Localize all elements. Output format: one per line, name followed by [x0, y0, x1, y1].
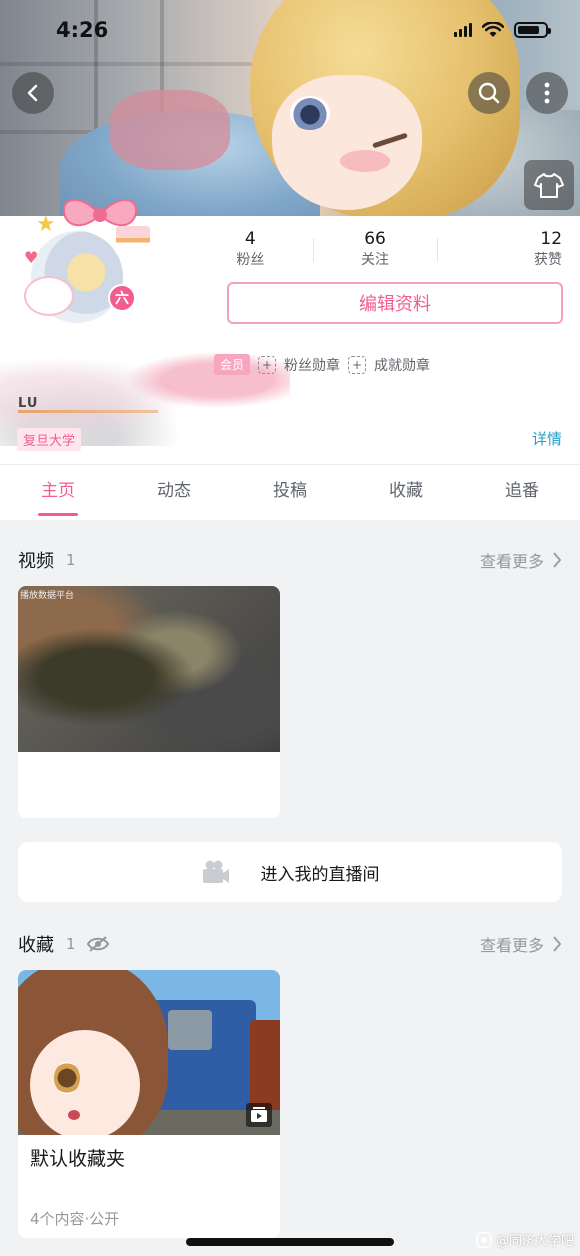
medal-row: 会员 + 粉丝勋章 + 成就勋章	[214, 354, 430, 375]
heart-pendant-icon: ♥	[24, 248, 39, 267]
search-icon	[478, 82, 500, 104]
playlist-icon	[246, 1103, 272, 1127]
username-bar	[18, 410, 158, 413]
videos-more-link[interactable]: 查看更多	[480, 548, 562, 572]
status-time: 4:26	[56, 18, 109, 42]
tab-home[interactable]: 主页	[0, 465, 116, 520]
status-icons	[454, 22, 551, 38]
wifi-icon	[482, 22, 504, 37]
favorites-section-header: 收藏 1 查看更多	[18, 930, 562, 958]
profile-card: ★ ♥ 六 4 粉丝 66 关注 12 获赞 编辑资料 会员 + 粉丝勋章 + …	[0, 199, 580, 464]
cake-pendant-icon	[116, 226, 150, 256]
source-watermark: @同济大学吧	[476, 1230, 574, 1249]
more-label: 查看更多	[479, 552, 544, 571]
banner-art-sleeve	[110, 90, 230, 170]
level-badge: 六	[108, 284, 136, 312]
stat-value: 12	[540, 229, 563, 249]
username-fragment: LU	[18, 396, 39, 411]
more-label: 查看更多	[479, 936, 544, 955]
school-tag[interactable]: 复旦大学	[17, 428, 82, 451]
dress-up-button[interactable]	[524, 160, 574, 210]
stat-followers[interactable]: 4 粉丝	[188, 228, 313, 274]
banner-art-face	[272, 75, 422, 210]
stat-value: 4	[244, 229, 256, 249]
back-button[interactable]	[12, 72, 54, 114]
favorites-section-title: 收藏	[18, 935, 54, 956]
favorite-folder-cover[interactable]	[18, 970, 280, 1135]
stat-likes[interactable]: 12 获赞	[437, 228, 578, 274]
profile-tabs: 主页 动态 投稿 收藏 追番	[0, 464, 580, 520]
favorite-folder-meta: 4个内容·公开	[30, 1210, 120, 1228]
tab-dynamics[interactable]: 动态	[116, 465, 232, 520]
banner-art-eye	[290, 96, 330, 130]
cover-art-eye	[54, 1062, 80, 1094]
search-button[interactable]	[468, 72, 510, 114]
cover-art-mouth	[68, 1110, 80, 1120]
signal-icon	[454, 23, 472, 37]
profile-stats: 4 粉丝 66 关注 12 获赞	[188, 228, 578, 274]
stat-label: 粉丝	[236, 252, 265, 268]
videos-section-count: 1	[66, 551, 76, 569]
stat-label: 获赞	[534, 252, 563, 268]
back-icon	[27, 84, 38, 102]
vip-tag[interactable]: 会员	[214, 354, 251, 375]
star-pendant-icon: ★	[36, 212, 56, 237]
chevron-right-icon	[553, 936, 562, 952]
banner-art-blush	[340, 150, 390, 172]
chevron-right-icon	[553, 552, 562, 568]
video-watermark: 播放数据平台	[20, 591, 75, 601]
stat-value: 66	[364, 229, 386, 249]
cloud-pendant-icon	[24, 276, 74, 316]
achievement-medal-icon: +	[348, 355, 367, 374]
videos-section-header: 视频 1 查看更多	[18, 546, 562, 574]
tab-bangumi[interactable]: 追番	[464, 465, 580, 520]
favorites-more-link[interactable]: 查看更多	[480, 932, 562, 956]
tieba-logo-icon	[476, 1231, 492, 1248]
video-thumbnail[interactable]: 播放数据平台	[18, 586, 280, 752]
eye-off-icon	[86, 936, 109, 952]
home-indicator[interactable]	[186, 1238, 394, 1246]
videos-section-title: 视频	[18, 551, 54, 572]
watermark-text: @同济大学吧	[495, 1234, 574, 1249]
achievement-medal-link[interactable]: 成就勋章	[374, 355, 430, 375]
cover-art-face	[30, 1030, 140, 1135]
edit-profile-button[interactable]: 编辑资料	[227, 282, 563, 324]
favorite-folder-title: 默认收藏夹	[30, 1148, 126, 1170]
fan-medal-link[interactable]: 粉丝勋章	[284, 355, 340, 375]
battery-icon	[514, 22, 551, 38]
detail-link[interactable]: 详情	[532, 428, 562, 449]
more-button[interactable]	[526, 72, 568, 114]
fan-medal-icon: +	[258, 355, 277, 374]
live-room-button[interactable]: 进入我的直播间	[18, 842, 562, 902]
favorite-folder-card[interactable]: 默认收藏夹 4个内容·公开	[18, 970, 280, 1238]
dress-up-icon	[534, 173, 564, 198]
cover-art-train-face	[168, 1010, 212, 1050]
favorites-section-count: 1	[66, 935, 76, 953]
avatar-with-pendant[interactable]: ★ ♥ 六	[22, 199, 152, 326]
more-icon	[544, 82, 550, 104]
camera-icon	[202, 860, 229, 883]
cover-art-carriage	[250, 1020, 280, 1110]
tab-uploads[interactable]: 投稿	[232, 465, 348, 520]
video-card[interactable]: 播放数据平台	[18, 586, 280, 818]
stat-following[interactable]: 66 关注	[312, 228, 438, 274]
live-room-label: 进入我的直播间	[260, 864, 380, 885]
tab-favorites[interactable]: 收藏	[348, 465, 464, 520]
stat-label: 关注	[361, 252, 389, 268]
